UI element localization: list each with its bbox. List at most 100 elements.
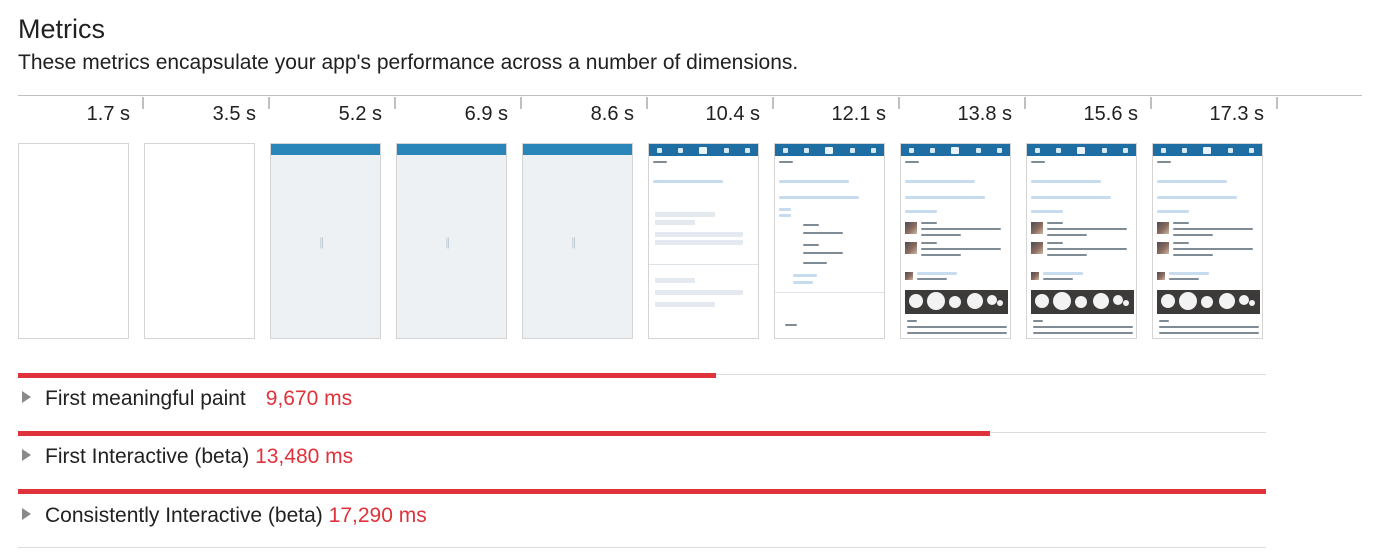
frame-time-label: 15.6 s [1083, 103, 1138, 125]
frame-time-label: 5.2 s [338, 103, 382, 125]
bottom-rule [18, 547, 1266, 548]
avatar [905, 272, 913, 280]
filmstrip-frame: 5.2 s ∥ [270, 97, 396, 345]
content-placeholder [1159, 332, 1259, 334]
frame-time-label: 3.5 s [212, 103, 256, 125]
filmstrip-frame: 12.1 s [774, 97, 900, 345]
content-placeholder [921, 254, 961, 256]
text-line [905, 161, 919, 163]
content-placeholder [655, 232, 743, 237]
content-placeholder [803, 232, 843, 234]
metric-value: 13,480 ms [255, 445, 354, 468]
content-placeholder [793, 274, 817, 277]
content-placeholder [921, 228, 1001, 230]
triangle-right-icon [22, 449, 31, 461]
metric-row-first-interactive[interactable]: First Interactive (beta) 13,480 ms [22, 445, 353, 469]
filmstrip-frame: 10.4 s [648, 97, 774, 345]
page-subtitle: These metrics encapsulate your app's per… [18, 51, 799, 74]
metric-label: First meaningful paint [45, 387, 246, 410]
content-placeholder [1043, 278, 1073, 280]
content-placeholder [1047, 234, 1087, 236]
metric-row-consistently-interactive[interactable]: Consistently Interactive (beta) 17,290 m… [22, 504, 427, 528]
app-nav-bar [649, 144, 758, 156]
metric-row-first-meaningful-paint[interactable]: First meaningful paint 9,670 ms [22, 387, 352, 411]
metric-label: Consistently Interactive (beta) [45, 504, 323, 527]
content-placeholder [655, 240, 743, 245]
content-placeholder [779, 208, 791, 211]
image-highlight [987, 295, 997, 305]
link-line [1157, 196, 1237, 199]
timeline-tick [1276, 97, 1278, 109]
link-line [779, 196, 859, 199]
content-placeholder [785, 324, 797, 326]
app-nav-bar [1027, 144, 1136, 156]
app-nav-bar [1153, 144, 1262, 156]
frame-thumbnail [900, 143, 1011, 339]
content-placeholder [907, 326, 1007, 328]
content-placeholder [803, 224, 819, 226]
frame-thumbnail [144, 143, 255, 339]
text-line [779, 161, 793, 163]
content-placeholder [1033, 320, 1043, 322]
filmstrip-frame: 3.5 s [144, 97, 270, 345]
frame-thumbnail: ∥ [270, 143, 381, 339]
image-highlight [1113, 295, 1123, 305]
image-highlight [1123, 300, 1129, 306]
filmstrip-frame: 15.6 s [1026, 97, 1152, 345]
content-placeholder [1047, 248, 1127, 250]
triangle-right-icon [22, 391, 31, 403]
loading-spinner-icon: ∥ [445, 237, 451, 249]
content-placeholder [655, 220, 695, 225]
content-placeholder [1047, 254, 1087, 256]
frame-thumbnail [18, 143, 129, 339]
image-highlight [1075, 296, 1087, 308]
app-nav-bar [901, 144, 1010, 156]
frame-time-label: 6.9 s [464, 103, 508, 125]
content-placeholder [1173, 228, 1253, 230]
frame-thumbnail [1152, 143, 1263, 339]
content-placeholder [1157, 210, 1189, 213]
metric-value: 9,670 ms [265, 387, 353, 410]
frame-time-label: 17.3 s [1209, 103, 1264, 125]
metric-bar-first-meaningful-paint [18, 373, 716, 378]
hero-image [1157, 290, 1260, 314]
frame-thumbnail [648, 143, 759, 339]
frame-thumbnail [774, 143, 885, 339]
filmstrip-frame: 1.7 s [18, 97, 144, 345]
image-highlight [1053, 292, 1071, 310]
image-highlight [1239, 295, 1249, 305]
content-placeholder [1173, 234, 1213, 236]
image-highlight [967, 293, 983, 309]
image-highlight [1179, 292, 1197, 310]
image-highlight [927, 292, 945, 310]
loading-spinner-icon: ∥ [319, 237, 325, 249]
frame-time-label: 10.4 s [705, 103, 760, 125]
post-image [1157, 242, 1169, 254]
content-placeholder [779, 214, 791, 217]
app-header-bar [523, 144, 632, 155]
content-placeholder [803, 262, 827, 264]
content-placeholder [921, 248, 1001, 250]
content-placeholder [1173, 254, 1213, 256]
image-highlight [909, 294, 923, 308]
text-line [653, 161, 667, 163]
content-placeholder [917, 278, 947, 280]
frame-thumbnail: ∥ [396, 143, 507, 339]
metric-bar-first-interactive [18, 431, 990, 436]
content-placeholder [1031, 210, 1063, 213]
page-title: Metrics [18, 14, 105, 44]
timeline-rule [18, 95, 1362, 96]
image-highlight [1219, 293, 1235, 309]
metric-bar-consistently-interactive [18, 489, 1266, 494]
image-highlight [1249, 300, 1255, 306]
hero-image [905, 290, 1008, 314]
text-line [1031, 161, 1045, 163]
link-line [779, 180, 849, 183]
content-placeholder [921, 222, 937, 224]
filmstrip-frame: 8.6 s ∥ [522, 97, 648, 345]
image-highlight [949, 296, 961, 308]
hero-image [1031, 290, 1134, 314]
content-placeholder [655, 302, 715, 307]
divider [775, 292, 884, 293]
content-placeholder [1173, 222, 1189, 224]
